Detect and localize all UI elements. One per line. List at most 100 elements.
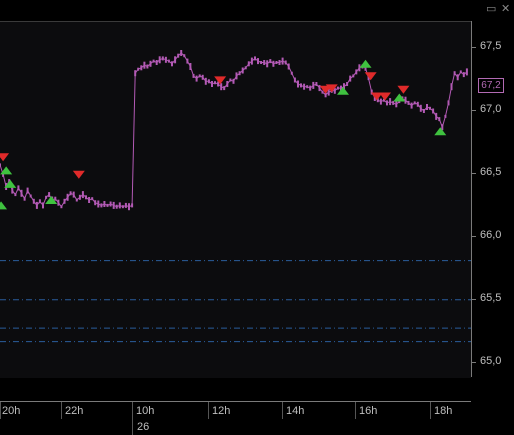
price-candle — [223, 86, 226, 91]
price-candle — [407, 100, 410, 105]
y-tick-mark — [472, 299, 476, 300]
price-candle — [66, 193, 69, 201]
price-candle — [69, 191, 72, 196]
current-price-label: 67,2 — [478, 78, 504, 93]
price-candle — [81, 191, 84, 199]
price-candle — [189, 63, 192, 70]
x-tick-mark — [355, 402, 356, 419]
price-candle — [75, 198, 78, 202]
price-candle — [143, 61, 146, 69]
y-tick-mark — [472, 110, 476, 111]
time-axis[interactable]: 20h 22h 10h 12h 14h 16h 18h — [0, 401, 471, 420]
price-candle — [207, 79, 210, 84]
price-candle — [72, 191, 75, 198]
buy-signal-marker — [0, 201, 8, 210]
price-candle — [38, 199, 41, 204]
price-candle — [195, 75, 198, 82]
price-candle — [17, 185, 20, 191]
price-candle — [32, 198, 35, 204]
price-candle — [152, 59, 155, 63]
y-tick-label: 66,0 — [480, 229, 502, 241]
sell-signal-marker — [0, 153, 10, 162]
price-candle — [238, 71, 241, 76]
price-candle — [413, 101, 416, 105]
date-label: 26 — [137, 421, 150, 433]
price-candle — [35, 201, 38, 209]
price-candle — [226, 81, 229, 87]
price-candle — [115, 204, 118, 209]
price-line — [0, 52, 468, 208]
price-candle — [321, 90, 324, 94]
price-candle — [297, 80, 299, 88]
price-candle — [416, 101, 419, 107]
price-candle — [164, 56, 167, 63]
price-axis[interactable]: 67,5 67,0 66,5 66,0 65,5 65,0 — [471, 21, 514, 377]
x-tick-mark — [430, 402, 431, 419]
price-candle — [63, 198, 66, 204]
price-candle — [293, 77, 296, 83]
price-candle — [134, 70, 137, 77]
price-candle — [29, 194, 32, 198]
x-tick-label: 16h — [359, 405, 378, 417]
price-candle — [161, 56, 164, 61]
price-candle — [379, 98, 382, 105]
x-tick-mark — [208, 402, 209, 419]
price-candle — [204, 77, 207, 85]
price-candle — [254, 56, 256, 61]
x-tick-mark — [61, 402, 62, 419]
chart-window: ▭ ✕ 67,5 67,0 66,5 66,0 65,5 65,0 67,2 2… — [0, 0, 514, 435]
maximize-icon[interactable]: ▭ — [486, 4, 496, 15]
x-tick-label: 14h — [286, 405, 305, 417]
buy-signal-marker — [359, 59, 372, 68]
buy-signal-marker — [434, 127, 447, 136]
price-candle — [404, 96, 407, 104]
price-candle — [281, 57, 284, 65]
price-candle — [260, 61, 263, 64]
x-tick-label: 10h — [136, 405, 155, 417]
price-candle — [140, 65, 143, 71]
price-candle — [220, 83, 223, 91]
price-candle — [312, 81, 315, 89]
price-candle — [450, 83, 453, 91]
price-candle — [57, 199, 60, 206]
price-candle — [309, 85, 312, 91]
price-candle — [42, 202, 44, 209]
y-tick-mark — [472, 173, 476, 174]
x-tick-label: 22h — [65, 405, 84, 417]
price-candle — [447, 100, 450, 106]
price-candle — [432, 108, 435, 114]
price-candle — [456, 74, 459, 81]
price-candle — [97, 200, 100, 208]
y-tick-label: 65,5 — [480, 292, 502, 304]
price-candle — [106, 203, 109, 207]
price-candle — [109, 201, 112, 207]
price-candle — [78, 194, 81, 200]
price-candle — [346, 82, 349, 86]
price-candle — [167, 59, 170, 63]
price-candle — [192, 73, 195, 78]
price-candle — [128, 203, 130, 211]
buy-signal-marker — [393, 93, 406, 102]
price-candle — [352, 74, 355, 78]
price-candle — [410, 102, 413, 109]
price-candle — [422, 109, 425, 113]
price-candle — [45, 195, 48, 199]
price-candle — [23, 196, 26, 201]
price-candle — [11, 187, 14, 194]
price-candle — [462, 72, 465, 78]
y-tick-mark — [472, 236, 476, 237]
price-candle — [112, 201, 115, 209]
price-candle — [177, 53, 180, 58]
price-candle — [426, 104, 428, 110]
close-icon[interactable]: ✕ — [501, 4, 510, 15]
price-candle — [124, 202, 127, 208]
price-candle — [247, 61, 250, 67]
price-candle — [14, 193, 17, 197]
price-candle — [235, 72, 238, 80]
price-candle — [20, 189, 23, 197]
price-candle — [171, 61, 173, 67]
price-candle — [300, 83, 302, 88]
price-plot-area[interactable] — [0, 21, 471, 378]
price-candle — [290, 71, 293, 75]
price-candle — [306, 85, 309, 89]
